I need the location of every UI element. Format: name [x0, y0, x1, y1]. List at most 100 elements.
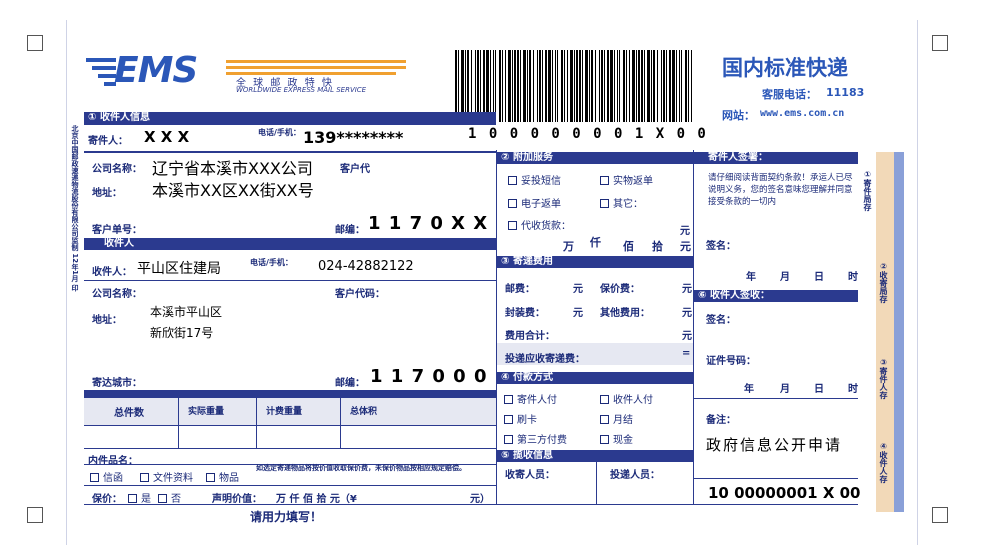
recipient-address-line1: 本溪市平山区	[150, 305, 223, 319]
ems-logo: EMS 全 球 邮 政 特 快 WORLDWIDE EXPRESS MAIL S…	[86, 50, 406, 102]
barcode-bar	[545, 50, 547, 122]
type-letter-checkbox[interactable]	[90, 473, 99, 482]
barcode-bar	[548, 50, 551, 122]
barcode-bar	[499, 50, 501, 122]
pay-card: 刷卡	[504, 411, 537, 426]
service-cod-checkbox[interactable]	[508, 221, 517, 230]
recipient-postcode: 1 1 7 0 0 0	[370, 366, 488, 387]
type-goods-checkbox[interactable]	[206, 473, 215, 482]
barcode-bar	[619, 50, 620, 122]
service-return-receipt-checkbox[interactable]	[600, 176, 609, 185]
type-goods-label: 物品	[219, 473, 239, 484]
service-other-checkbox[interactable]	[600, 199, 609, 208]
insured-label: 保价：	[92, 494, 122, 505]
barcode-bar	[574, 50, 575, 122]
recipient-name-label: 收件人：	[92, 267, 132, 278]
pay-card-checkbox[interactable]	[504, 415, 513, 424]
barcode-bar	[567, 50, 568, 122]
barcode-bar	[533, 50, 534, 122]
barcode-bar	[517, 50, 519, 122]
recipient-address-line2: 新欣街17号	[150, 326, 214, 340]
sender-sign-hour: 时	[848, 272, 858, 283]
service-cod: 代收货款：	[508, 217, 571, 232]
type-letter: 信函	[90, 469, 123, 484]
type-documents: 文件资料	[140, 469, 193, 484]
registration-mark-bottom-right	[932, 507, 948, 523]
barcode-bar	[604, 50, 605, 122]
insurance-fee-yuan: 元	[682, 284, 692, 295]
sender-postcode-label: 邮编：	[335, 225, 365, 236]
barcode-bar	[679, 50, 680, 122]
pay-monthly-checkbox[interactable]	[600, 415, 609, 424]
pay-monthly-label: 月结	[613, 415, 633, 426]
recipient-sign-label: 签名：	[706, 315, 736, 326]
barcode-bar	[595, 50, 596, 122]
insured-yes-checkbox[interactable]	[128, 494, 137, 503]
pay-sender-label: 寄件人付	[517, 395, 557, 406]
hotline-label: 客服电话：	[762, 88, 817, 101]
cod-unit-yuan: 元	[680, 240, 691, 253]
total-fee-yuan: 元	[682, 331, 692, 342]
sender-sign-month: 月	[780, 272, 790, 283]
recipient-sign-year: 年	[744, 384, 754, 395]
cod-unit-shi: 拾	[652, 240, 663, 253]
hotline-number: 11183	[826, 86, 865, 99]
barcode-bar	[502, 50, 503, 122]
sender-name: X X X	[144, 128, 190, 146]
declared-value-units: 万 仟 佰 拾 元（¥	[276, 494, 357, 505]
side-tab-3-label: ③寄件人存	[879, 358, 888, 399]
barcode-bar	[653, 50, 655, 122]
registration-mark-top-left	[27, 35, 43, 51]
service-cod-yuan: 元	[680, 226, 690, 237]
barcode-bar	[638, 50, 640, 122]
recipient-postcode-label: 邮编：	[335, 378, 365, 389]
recipient-phone-label: 电话/手机：	[250, 258, 293, 267]
barcode-bar	[557, 50, 558, 122]
barcode-bar	[610, 50, 613, 122]
barcode-bar	[632, 50, 635, 122]
recipient-company-label: 公司名称：	[92, 289, 142, 300]
sender-postcode: 1 1 7 0 X X	[368, 213, 489, 234]
sender-section-header: ① 收件人信息	[84, 112, 496, 124]
type-documents-checkbox[interactable]	[140, 473, 149, 482]
barcode-bar	[591, 50, 593, 122]
barcode-bar	[672, 50, 675, 122]
remarks-text: 政府信息公开申请	[706, 436, 843, 454]
col-total-pieces: 总件数	[114, 408, 144, 419]
pay-third-party-checkbox[interactable]	[504, 435, 513, 444]
barcode-bar	[676, 50, 677, 122]
sender-sign-label: 签名：	[706, 241, 736, 252]
packing-fee-yuan: 元	[573, 308, 583, 319]
barcode-bar	[647, 50, 650, 122]
side-tab-2-label: ②收寄局存	[879, 262, 888, 303]
barcode-bar	[561, 50, 563, 122]
pay-recipient-label: 收件人付	[613, 395, 653, 406]
barcode-bar	[657, 50, 658, 122]
service-e-receipt-checkbox[interactable]	[508, 199, 517, 208]
insured-yes: 是	[128, 490, 151, 505]
sender-address: 本溪市XX区XX街XX号	[152, 181, 314, 200]
return-fee-label: 投递应收寄递费：	[505, 354, 585, 365]
fill-instruction: 请用力填写！	[250, 510, 323, 524]
barcode-bar	[539, 50, 541, 122]
declared-value-yuan: 元）	[470, 494, 490, 505]
barcode-bar	[585, 50, 588, 122]
pay-recipient-checkbox[interactable]	[600, 395, 609, 404]
insured-no-checkbox[interactable]	[158, 494, 167, 503]
barcode-bar	[520, 50, 521, 122]
ems-logo-en: WORLDWIDE EXPRESS MAIL SERVICE	[236, 86, 367, 94]
pay-sender-checkbox[interactable]	[504, 395, 513, 404]
ems-logo-text: EMS	[114, 50, 198, 91]
recipient-phone: 024-42882122	[318, 259, 414, 274]
barcode-bar	[579, 50, 581, 122]
pay-monthly: 月结	[600, 411, 633, 426]
service-sms-checkbox[interactable]	[508, 176, 517, 185]
service-return-receipt-label: 实物返单	[613, 176, 653, 187]
pay-recipient: 收件人付	[600, 391, 653, 406]
sender-sign-year: 年	[746, 272, 756, 283]
sender-name-label: 寄件人：	[88, 136, 128, 147]
pay-sender: 寄件人付	[504, 391, 557, 406]
tracking-number: 1 0 0 0 0 0 0 0 1 X 0 0	[468, 126, 708, 142]
insurance-notice: 如选定寄递物品将按价值收取保价费，未保价物品按相应规定赔偿。	[256, 464, 466, 472]
pay-cash-checkbox[interactable]	[600, 435, 609, 444]
